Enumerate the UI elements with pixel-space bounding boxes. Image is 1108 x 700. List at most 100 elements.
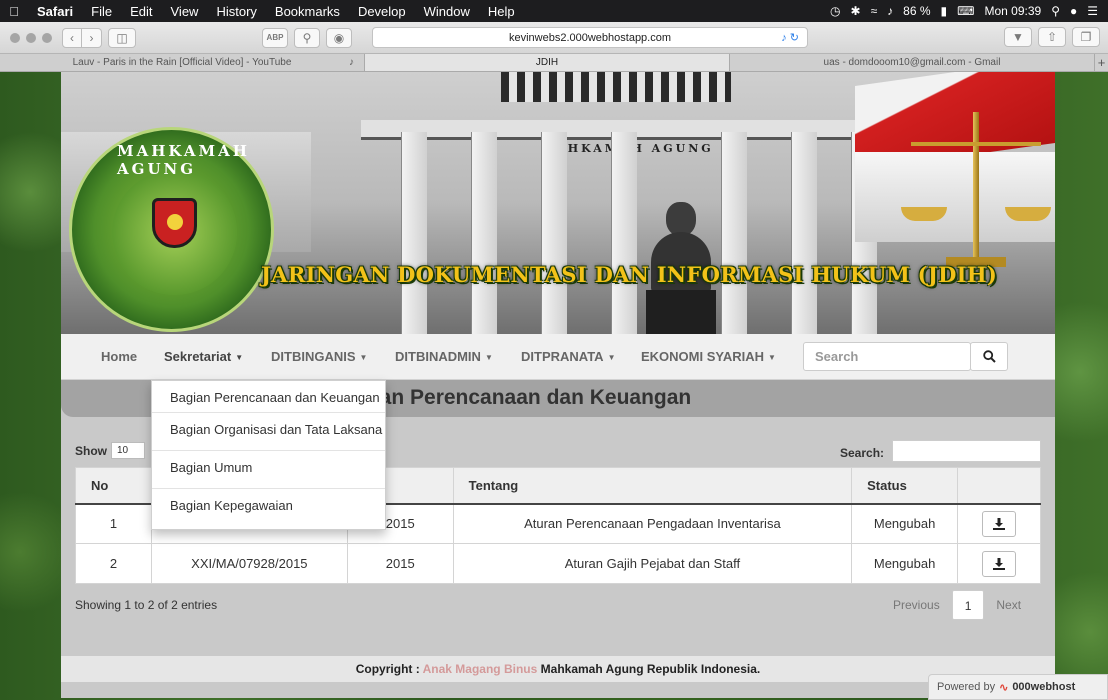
search-icon — [982, 350, 996, 363]
tab-jdih[interactable]: JDIH — [365, 54, 730, 71]
close-window-button[interactable] — [10, 32, 20, 43]
menu-file[interactable]: File — [82, 4, 121, 19]
battery-icon[interactable]: ▮ — [941, 4, 948, 18]
share-icon[interactable]: ⇧ — [1038, 27, 1066, 47]
dropdown-item-perencanaan-keuangan[interactable]: Bagian Perencanaan dan Keuangan — [152, 383, 385, 413]
nav-home[interactable]: Home — [101, 334, 137, 380]
menu-window[interactable]: Window — [415, 4, 479, 19]
column-header-action — [957, 467, 1041, 505]
cell-action — [957, 503, 1041, 544]
adblock-icon[interactable]: ABP — [262, 27, 288, 48]
menu-edit[interactable]: Edit — [121, 4, 161, 19]
nav-ditbinganis[interactable]: DITBINGANIS ▼ — [271, 334, 367, 380]
download-button[interactable] — [982, 510, 1017, 537]
column-header-no[interactable]: No — [75, 467, 152, 505]
cell-nomor: XXI/MA/07928/2015 — [150, 543, 348, 584]
cell-status: Mengubah — [851, 543, 959, 584]
pagination-page[interactable]: 1 — [951, 590, 985, 620]
tab-youtube[interactable]: Lauv - Paris in the Rain [Official Video… — [0, 54, 365, 71]
address-bar[interactable]: kevinwebs2.000webhostapp.com ♪ ↻ — [372, 27, 808, 48]
sekretariat-dropdown-menu: Bagian Perencanaan dan Keuangan Bagian O… — [151, 380, 386, 530]
page-size-select[interactable]: 10 — [111, 442, 145, 459]
nav-ditpranata[interactable]: DITPRANATA ▼ — [521, 334, 616, 380]
search-extension-icon[interactable]: ⚲ — [294, 27, 320, 48]
forward-button[interactable]: › — [82, 27, 102, 48]
nav-search-button[interactable] — [970, 342, 1008, 371]
speaker-icon[interactable]: ♪ — [349, 57, 354, 68]
scales-beam — [911, 142, 1041, 146]
menu-history[interactable]: History — [207, 4, 265, 19]
tab-gmail[interactable]: uas - domdooom10@gmail.com - Gmail — [730, 54, 1095, 71]
scales-pole — [973, 112, 979, 262]
column — [721, 132, 747, 334]
nav-ditbinadmin[interactable]: DITBINADMIN ▼ — [395, 334, 493, 380]
footer-link[interactable]: Anak Magang Binus — [423, 662, 538, 676]
menu-help[interactable]: Help — [479, 4, 524, 19]
caret-down-icon: ▼ — [607, 352, 616, 362]
statue-pedestal — [646, 290, 716, 334]
nav-ditbinganis-label: DITBINGANIS — [271, 349, 356, 364]
menubar-clock[interactable]: Mon 09:39 — [984, 4, 1041, 18]
page-title: gian Perencanaan dan Keuangan — [361, 386, 692, 409]
column-header-tentang[interactable]: Tentang — [452, 467, 853, 505]
powered-label: Powered by — [937, 681, 996, 693]
dropdown-item-kepegawaian[interactable]: Bagian Kepegawaian — [152, 489, 385, 527]
battery-percent[interactable]: 86 % — [903, 4, 930, 18]
nav-ekonomi-syariah[interactable]: EKONOMI SYARIAH ▼ — [641, 334, 776, 380]
pagination-next[interactable]: Next — [984, 590, 1033, 620]
nav-home-label: Home — [101, 349, 138, 364]
back-button[interactable]: ‹ — [62, 27, 82, 48]
wifi-icon[interactable]: ≈ — [871, 4, 878, 18]
apple-icon[interactable]:  — [0, 4, 28, 19]
pagination-previous[interactable]: Previous — [881, 590, 952, 620]
table-info: Showing 1 to 2 of 2 entries — [75, 598, 218, 612]
menu-view[interactable]: View — [162, 4, 208, 19]
spotlight-icon[interactable]: ⚲ — [1051, 4, 1060, 18]
siri-icon[interactable]: ● — [1070, 4, 1077, 18]
dropdown-item-umum[interactable]: Bagian Umum — [152, 451, 385, 489]
show-label: Show — [75, 443, 107, 458]
minimize-window-button[interactable] — [26, 32, 36, 43]
site-container: MAHKAMAH AGUNG MAHKAMAH AGUNG JARINGAN D… — [61, 72, 1055, 698]
column — [611, 132, 637, 334]
building-columns — [401, 72, 881, 334]
column — [401, 132, 427, 334]
zoom-window-button[interactable] — [42, 32, 52, 43]
download-icon — [993, 517, 1006, 530]
macos-menubar:  Safari File Edit View History Bookmark… — [0, 0, 1108, 22]
nav-ditbinadmin-label: DITBINADMIN — [395, 349, 481, 364]
input-source-icon[interactable]: ⌨ — [957, 4, 974, 18]
menu-app-name[interactable]: Safari — [28, 4, 82, 19]
cell-no: 1 — [75, 503, 152, 544]
ghostery-icon[interactable]: ◉ — [326, 27, 352, 48]
download-icon[interactable]: ▼ — [1004, 27, 1032, 47]
logo-text: MAHKAMAH AGUNG — [117, 142, 250, 178]
cell-tentang: Aturan Perencanaan Pengadaan Inventarisa — [452, 503, 853, 544]
nav-search-input[interactable] — [803, 342, 971, 371]
bluetooth-icon[interactable]: ✱ — [851, 4, 861, 18]
audio-playing-icon[interactable]: ♪ ↻ — [781, 31, 799, 44]
main-navbar: Home Sekretariat ▼ DITBINGANIS ▼ DITBINADM… — [61, 334, 1055, 380]
table-search-input[interactable] — [892, 440, 1041, 462]
nav-sekretariat[interactable]: Sekretariat ▼ — [164, 334, 243, 380]
sidebar-toggle-button[interactable]: ◫ — [108, 27, 136, 48]
notification-center-icon[interactable]: ☰ — [1087, 4, 1098, 18]
new-tab-icon[interactable]: + — [1095, 54, 1108, 71]
column — [471, 132, 497, 334]
column — [541, 132, 567, 334]
back-forward-group: ‹ › — [62, 27, 102, 48]
volume-icon[interactable]: ♪ — [887, 4, 893, 18]
scales-of-justice-icon — [901, 102, 1051, 282]
tabs-overview-icon[interactable]: ❐ — [1072, 27, 1100, 47]
time-machine-icon[interactable]: ◷ — [830, 4, 840, 18]
caret-down-icon: ▼ — [359, 352, 368, 362]
powered-by-badge[interactable]: Powered by ∿ 000webhost — [928, 674, 1108, 700]
menu-develop[interactable]: Develop — [349, 4, 415, 19]
menu-bookmarks[interactable]: Bookmarks — [266, 4, 349, 19]
page-size-value: 10 — [117, 445, 129, 456]
url-text[interactable]: kevinwebs2.000webhostapp.com — [509, 32, 671, 44]
dropdown-item-organisasi-tata-laksana[interactable]: Bagian Organisasi dan Tata Laksana — [152, 413, 385, 451]
column-header-status[interactable]: Status — [851, 467, 959, 505]
banner-title: JARINGAN DOKUMENTASI DAN INFORMASI HUKUM… — [261, 262, 998, 287]
download-button[interactable] — [982, 550, 1017, 577]
